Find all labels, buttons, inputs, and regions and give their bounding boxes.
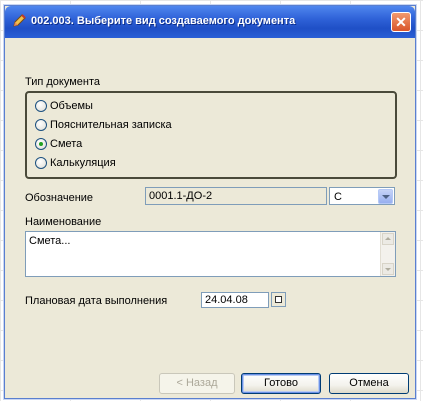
- designation-suffix-combo[interactable]: С: [329, 187, 395, 205]
- name-value: Смета...: [29, 235, 71, 247]
- scroll-down-icon[interactable]: [382, 263, 394, 275]
- radio-label: Пояснительная записка: [50, 119, 172, 131]
- chevron-down-icon[interactable]: [378, 189, 393, 204]
- vertical-scrollbar[interactable]: [380, 232, 395, 276]
- radio-button[interactable]: [35, 100, 47, 112]
- designation-value: 0001.1-ДО-2: [149, 190, 213, 202]
- close-icon: ✕: [395, 14, 407, 30]
- name-textarea[interactable]: Смета...: [25, 231, 396, 277]
- planned-date-label: Плановая дата выполнения: [25, 295, 168, 307]
- close-button[interactable]: ✕: [391, 12, 411, 32]
- scroll-up-icon[interactable]: [382, 233, 394, 245]
- dialog-titlebar[interactable]: 002.003. Выберите вид создаваемого докум…: [5, 6, 415, 38]
- combo-value: С: [334, 191, 342, 203]
- radio-button-checked[interactable]: [35, 138, 47, 150]
- radio-label: Смета: [50, 138, 83, 150]
- document-type-group: Объемы Пояснительная записка Смета Кальк…: [25, 91, 397, 179]
- calendar-icon[interactable]: [271, 292, 286, 307]
- radio-button[interactable]: [35, 119, 47, 131]
- planned-date-field[interactable]: 24.04.08: [201, 292, 269, 308]
- done-button[interactable]: Готово: [241, 373, 321, 394]
- dialog-title: 002.003. Выберите вид создаваемого докум…: [31, 15, 296, 27]
- back-button[interactable]: < Назад: [159, 373, 235, 394]
- designation-field[interactable]: 0001.1-ДО-2: [145, 187, 327, 205]
- create-document-dialog: 002.003. Выберите вид создаваемого докум…: [4, 5, 416, 399]
- designation-label: Обозначение: [25, 192, 94, 204]
- document-type-label: Тип документа: [25, 76, 101, 88]
- pencil-icon: [13, 14, 26, 27]
- cancel-button[interactable]: Отмена: [329, 373, 409, 394]
- radio-label: Калькуляция: [50, 157, 116, 169]
- radio-button[interactable]: [35, 157, 47, 169]
- planned-date-value: 24.04.08: [205, 294, 248, 306]
- name-label: Наименование: [25, 216, 102, 228]
- radio-label: Объемы: [50, 100, 93, 112]
